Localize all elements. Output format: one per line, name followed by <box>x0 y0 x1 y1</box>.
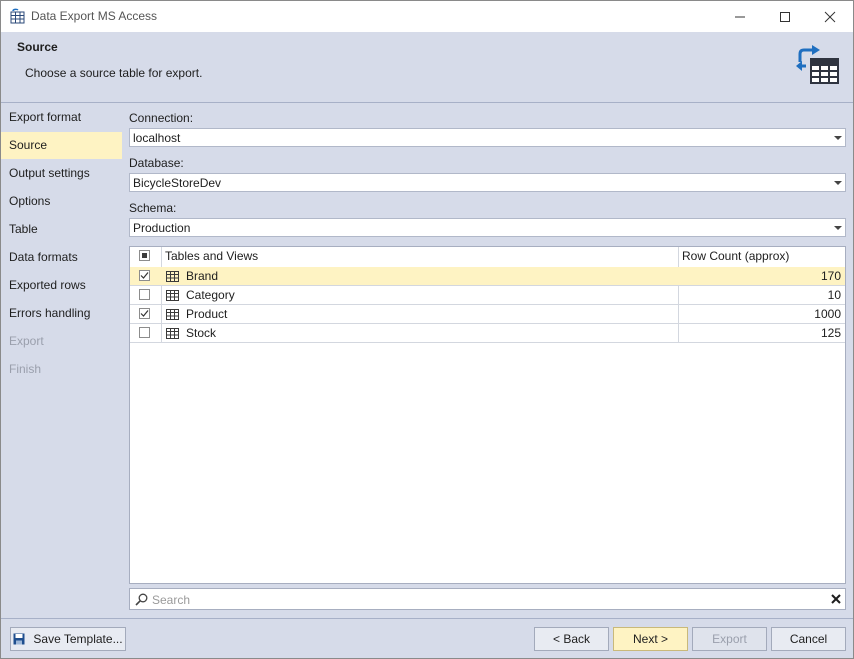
sidebar-item-export: Export <box>9 334 44 348</box>
sidebar-item-table[interactable]: Table <box>1 216 122 243</box>
database-value: BicycleStoreDev <box>133 176 222 190</box>
save-template-button[interactable]: Save Template... <box>10 627 126 651</box>
select-all-checkbox[interactable] <box>139 250 150 261</box>
database-combo[interactable]: BicycleStoreDev <box>129 173 846 192</box>
next-button[interactable]: Next > <box>613 627 688 651</box>
search-box[interactable]: Search <box>129 588 846 610</box>
export-wizard-window: Data Export MS Access Source Choose a so… <box>0 0 854 659</box>
title-bar: Data Export MS Access <box>1 1 853 32</box>
table-name: Stock <box>186 326 217 340</box>
database-label: Database: <box>129 156 184 170</box>
cancel-button[interactable]: Cancel <box>771 627 846 651</box>
column-header-count[interactable]: Row Count (approx) <box>682 247 789 266</box>
page-title: Source <box>17 40 58 54</box>
connection-value: localhost <box>133 131 181 145</box>
window-title: Data Export MS Access <box>31 9 158 23</box>
sidebar-item-options[interactable]: Options <box>1 188 122 215</box>
sidebar-item-output-settings[interactable]: Output settings <box>1 160 122 187</box>
source-panel: Connection: localhost Database: BicycleS… <box>122 103 853 618</box>
schema-combo[interactable]: Production <box>129 218 846 237</box>
table-icon <box>166 328 179 339</box>
wizard-header: Source Choose a source table for export. <box>1 32 853 103</box>
connection-combo[interactable]: localhost <box>129 128 846 147</box>
table-name: Category <box>186 288 235 302</box>
row-checkbox[interactable] <box>139 308 150 319</box>
table-export-icon <box>10 8 25 24</box>
chevron-down-icon[interactable] <box>834 136 842 140</box>
export-button: Export <box>692 627 767 651</box>
table-row[interactable]: Product 1000 <box>130 305 845 324</box>
chevron-down-icon[interactable] <box>834 226 842 230</box>
minimize-icon <box>735 16 745 17</box>
table-name: Brand <box>186 269 219 283</box>
schema-label: Schema: <box>129 201 177 215</box>
back-button[interactable]: < Back <box>534 627 609 651</box>
chevron-down-icon[interactable] <box>834 181 842 185</box>
save-template-label: Save Template... <box>33 632 123 646</box>
close-icon <box>824 11 836 22</box>
sidebar-item-data-formats[interactable]: Data formats <box>1 244 122 271</box>
sidebar-item-errors-handling[interactable]: Errors handling <box>1 300 122 327</box>
export-table-icon <box>796 45 839 84</box>
table-icon <box>166 290 179 301</box>
clear-icon[interactable] <box>831 594 841 604</box>
table-row[interactable]: Category 10 <box>130 286 845 305</box>
table-name: Product <box>186 307 228 321</box>
row-count: 170 <box>820 269 841 283</box>
row-checkbox[interactable] <box>139 289 150 300</box>
sidebar-item-source[interactable]: Source <box>1 132 122 159</box>
row-count: 10 <box>827 288 841 302</box>
wizard-sidebar: Export format Source Output settings Opt… <box>1 103 122 618</box>
checkmark-icon <box>140 310 149 317</box>
wizard-footer: Save Template... < Back Next > Export Ca… <box>1 618 853 658</box>
sidebar-item-export-format[interactable]: Export format <box>1 104 122 131</box>
indeterminate-icon <box>142 253 147 258</box>
connection-label: Connection: <box>129 111 194 125</box>
row-checkbox[interactable] <box>139 270 150 281</box>
sidebar-item-finish: Finish <box>9 362 42 376</box>
row-count: 1000 <box>814 307 841 321</box>
row-count: 125 <box>820 326 841 340</box>
tables-grid: Tables and Views Row Count (approx) Bran… <box>129 246 846 584</box>
table-icon <box>166 309 179 320</box>
search-icon <box>135 593 148 606</box>
close-button[interactable] <box>807 1 853 32</box>
minimize-button[interactable] <box>717 1 763 32</box>
sidebar-item-exported-rows[interactable]: Exported rows <box>1 272 122 299</box>
table-row[interactable]: Brand 170 <box>130 267 845 286</box>
row-checkbox[interactable] <box>139 327 150 338</box>
maximize-button[interactable] <box>762 1 808 32</box>
maximize-icon <box>780 11 790 22</box>
save-icon <box>13 633 25 645</box>
table-row[interactable]: Stock 125 <box>130 324 845 343</box>
schema-value: Production <box>133 221 191 235</box>
column-header-name[interactable]: Tables and Views <box>165 247 258 266</box>
table-icon <box>166 271 179 282</box>
page-subtitle: Choose a source table for export. <box>25 66 203 80</box>
checkmark-icon <box>140 272 149 279</box>
search-input[interactable]: Search <box>152 593 190 607</box>
grid-header: Tables and Views Row Count (approx) <box>130 247 845 268</box>
